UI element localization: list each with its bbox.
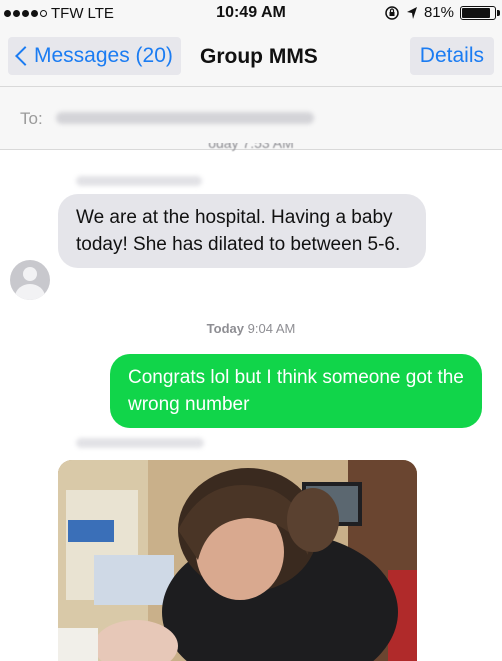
rotation-lock-icon <box>385 5 399 20</box>
contact-avatar[interactable] <box>10 260 50 300</box>
timestamp-day: Today <box>206 321 244 336</box>
partial-timestamp: oday 7:53 AM <box>208 143 294 151</box>
battery-percent: 81% <box>423 4 454 21</box>
back-button-label: Messages (20) <box>34 44 173 67</box>
recipients-bar[interactable]: To: <box>0 87 502 150</box>
sender-name-redacted <box>76 176 202 186</box>
status-bar: TFW LTE 10:49 AM 81% <box>0 0 502 28</box>
back-to-messages-button[interactable]: Messages (20) <box>8 37 181 75</box>
timestamp-time: 9:04 AM <box>247 321 296 336</box>
incoming-message-bubble[interactable]: We are at the hospital. Having a baby to… <box>58 194 426 268</box>
chevron-left-icon <box>15 46 35 66</box>
navigation-bar: Messages (20) Group MMS Details <box>0 28 502 87</box>
battery-icon <box>460 5 500 20</box>
outgoing-message-bubble[interactable]: Congrats lol but I think someone got the… <box>110 354 482 428</box>
photo-image <box>58 460 417 661</box>
mms-photo-message[interactable] <box>58 460 417 661</box>
location-arrow-icon <box>406 6 417 19</box>
sender-name-redacted <box>76 438 204 448</box>
outgoing-message-text: Congrats lol but I think someone got the… <box>128 367 464 415</box>
message-timestamp: Today 9:04 AM <box>0 321 502 336</box>
recipients-redacted <box>56 112 314 124</box>
conversation-title: Group MMS <box>200 45 318 68</box>
details-button[interactable]: Details <box>409 37 494 75</box>
to-label: To: <box>20 109 43 128</box>
incoming-message-text: We are at the hospital. Having a baby to… <box>76 207 401 255</box>
status-right: 81% <box>384 4 500 21</box>
